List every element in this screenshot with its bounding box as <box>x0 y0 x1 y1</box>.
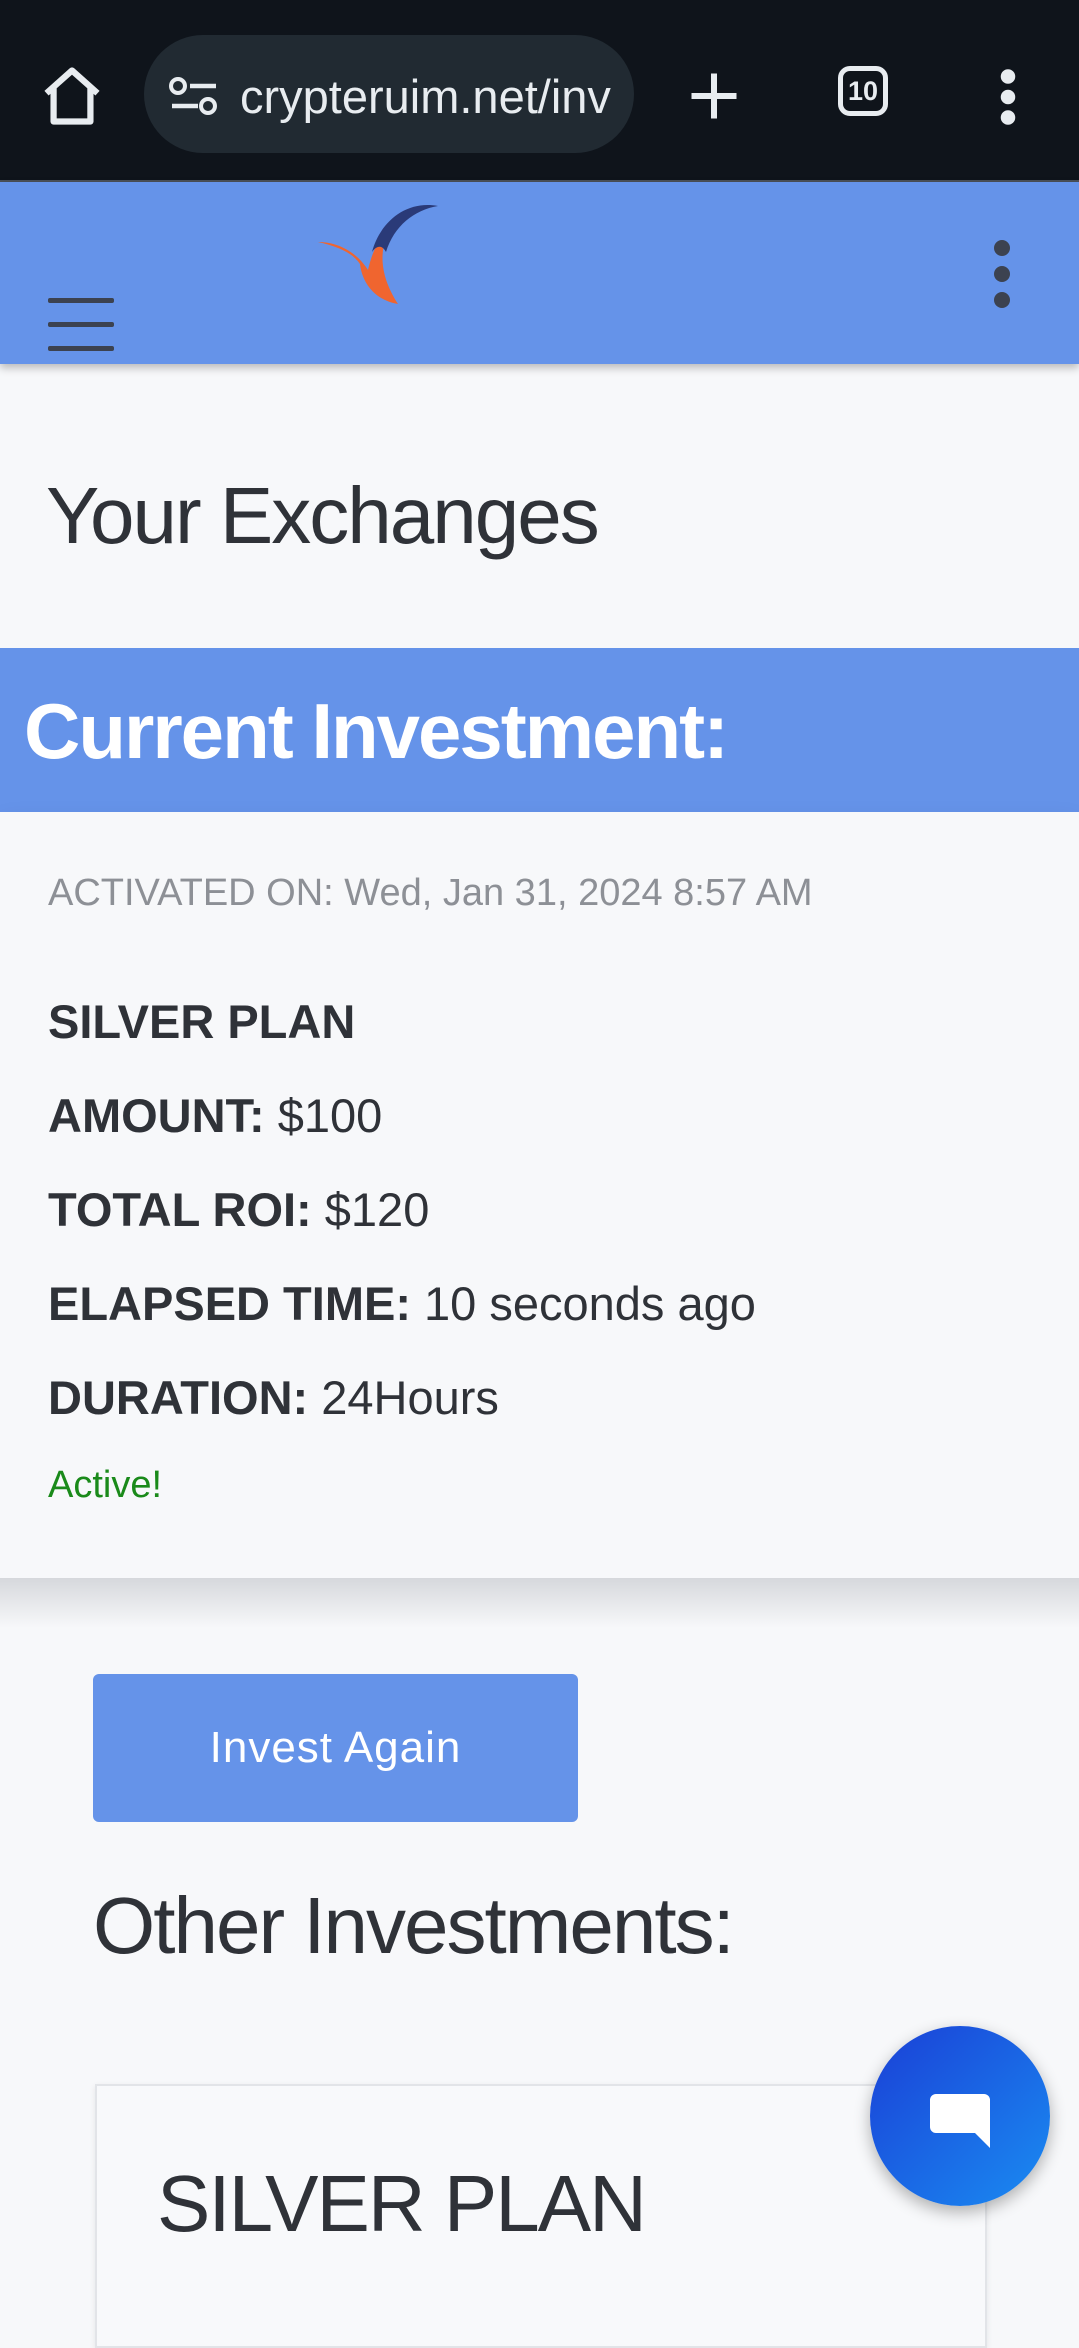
browser-toolbar: crypteruim.net/inv 10 <box>0 0 1079 180</box>
site-settings-icon[interactable] <box>168 75 220 117</box>
invest-again-button[interactable]: Invest Again <box>93 1674 578 1822</box>
duration-row: DURATION: 24Hours <box>48 1371 499 1424</box>
site-logo[interactable] <box>310 182 440 312</box>
more-options-icon[interactable] <box>990 240 1014 308</box>
chat-bubble-icon <box>930 2094 990 2148</box>
plan-name: SILVER PLAN <box>48 995 356 1048</box>
other-investments-heading: Other Investments: <box>93 1881 735 1970</box>
activated-on: ACTIVATED ON: Wed, Jan 31, 2024 8:57 AM <box>48 872 813 914</box>
current-investment-header: Current Investment: <box>0 648 1079 812</box>
total-roi-row: TOTAL ROI: $120 <box>48 1183 430 1236</box>
page-title: Your Exchanges <box>46 471 600 560</box>
browser-menu-icon[interactable] <box>998 68 1018 126</box>
current-investment-card: ACTIVATED ON: Wed, Jan 31, 2024 8:57 AM … <box>0 812 1079 1578</box>
chat-button[interactable] <box>870 2026 1050 2206</box>
current-investment-heading: Current Investment: <box>24 687 729 775</box>
address-bar[interactable]: crypteruim.net/inv <box>144 35 634 153</box>
new-tab-icon[interactable] <box>684 66 744 126</box>
status-badge: Active! <box>48 1464 163 1506</box>
menu-icon[interactable] <box>48 298 114 352</box>
amount-row: AMOUNT: $100 <box>48 1089 383 1142</box>
section-divider <box>0 1578 1079 1628</box>
site-header <box>0 182 1079 364</box>
plan-card-title: SILVER PLAN <box>157 2159 647 2248</box>
url-text[interactable]: crypteruim.net/inv <box>240 69 611 124</box>
elapsed-time-row: ELAPSED TIME: 10 seconds ago <box>48 1277 756 1330</box>
investment-plan-card[interactable]: SILVER PLAN <box>95 2084 987 2348</box>
tab-count-button[interactable]: 10 <box>838 66 888 116</box>
home-icon[interactable] <box>38 62 106 130</box>
